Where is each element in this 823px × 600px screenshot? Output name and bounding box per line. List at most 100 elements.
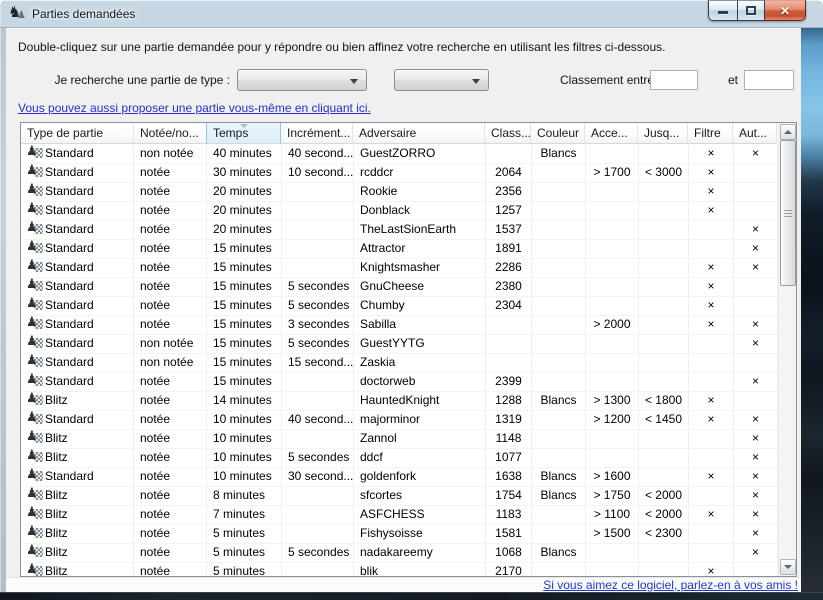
cell-temps: 15 minutes xyxy=(207,335,282,353)
column-header-incr-ment[interactable]: Incrément... xyxy=(281,123,353,144)
cell-temps: 10 minutes xyxy=(207,449,282,467)
column-header-acce[interactable]: Acce... xyxy=(585,123,638,144)
table-row[interactable]: ♟Blitznotée7 minutesASFCHESS1183> 1100< … xyxy=(21,506,778,525)
table-row[interactable]: ♟Standardnotée15 minutes5 secondesChumby… xyxy=(21,297,778,316)
cell-class: 2380 xyxy=(486,278,532,296)
pawn-icon: ♟ xyxy=(27,449,43,464)
table-row[interactable]: ♟Standardnotée15 minutesdoctorweb2399× xyxy=(21,373,778,392)
column-header-adversaire[interactable]: Adversaire xyxy=(353,123,485,144)
cell-aut xyxy=(734,563,778,577)
table-row[interactable]: ♟Blitznotée5 minutesblik2170× xyxy=(21,563,778,577)
window-right-border xyxy=(801,28,823,592)
table-row[interactable]: ♟Blitznotée14 minutesHauntedKnight1288Bl… xyxy=(21,392,778,411)
table-row[interactable]: ♟Blitznotée10 minutesZannol1148× xyxy=(21,430,778,449)
column-header-not-e-no[interactable]: Notée/no... xyxy=(134,123,207,144)
column-header-class[interactable]: Class... xyxy=(485,123,531,144)
cell-adversaire: sfcortes xyxy=(354,487,486,505)
cell-aut: × xyxy=(734,316,778,334)
column-header-filtre[interactable]: Filtre xyxy=(688,123,733,144)
table-row[interactable]: ♟Blitznotée5 minutesFishysoisse1581> 150… xyxy=(21,525,778,544)
cell-aut: × xyxy=(734,259,778,277)
cell-filtre xyxy=(689,373,734,391)
cell-acce: > 1300 xyxy=(586,392,639,410)
table-row[interactable]: ♟Standardnotée15 minutes3 secondesSabill… xyxy=(21,316,778,335)
rating-max-input[interactable] xyxy=(744,70,794,90)
scroll-up-button[interactable] xyxy=(780,124,796,140)
table-row[interactable]: ♟Standardnotée20 minutesTheLastSionEarth… xyxy=(21,221,778,240)
table-row[interactable]: ♟Standardnotée20 minutesDonblack1257× xyxy=(21,202,778,221)
cell-acce: > 1100 xyxy=(586,506,639,524)
cell-filtre xyxy=(689,354,734,372)
scroll-down-button[interactable] xyxy=(780,559,796,575)
titlebar: ♞ ♟ Parties demandées ✕ xyxy=(0,0,823,28)
cell-jusq xyxy=(639,221,689,239)
cell-jusq: < 2000 xyxy=(639,506,689,524)
propose-game-link[interactable]: Vous pouvez aussi proposer une partie vo… xyxy=(18,101,371,115)
cell-couleur xyxy=(532,164,586,182)
cell-couleur xyxy=(532,221,586,239)
table-row[interactable]: ♟Standardnotée15 minutesKnightsmasher228… xyxy=(21,259,778,278)
column-header-temps[interactable]: Temps xyxy=(206,123,281,144)
share-link[interactable]: Si vous aimez ce logiciel, parlez-en à v… xyxy=(543,578,798,592)
pawn-icon: ♟ xyxy=(27,525,43,540)
cell-not-e-no: notée xyxy=(134,392,207,410)
table-row[interactable]: ♟Standardnon notée15 minutes15 second...… xyxy=(21,354,778,373)
cell-adversaire: majorminor xyxy=(354,411,486,429)
table-row[interactable]: ♟Standardnotée10 minutes40 second...majo… xyxy=(21,411,778,430)
column-header-aut[interactable]: Aut... xyxy=(733,123,777,144)
app-icon: ♞ ♟ xyxy=(8,4,28,24)
cell-jusq: < 2300 xyxy=(639,525,689,543)
pawn-glyph: ♟ xyxy=(26,544,38,558)
cell-couleur xyxy=(532,354,586,372)
table-row[interactable]: ♟Standardnon notée15 minutes5 secondesGu… xyxy=(21,335,778,354)
cell-not-e-no: notée xyxy=(134,183,207,201)
table-row[interactable]: ♟Standardnon notée40 minutes40 second...… xyxy=(21,145,778,164)
cell-adversaire: rcddcr xyxy=(354,164,486,182)
table-row[interactable]: ♟Standardnotée10 minutes30 second...gold… xyxy=(21,468,778,487)
cell-temps: 20 minutes xyxy=(207,183,282,201)
close-button[interactable]: ✕ xyxy=(765,0,806,21)
cell-aut: × xyxy=(734,468,778,486)
cell-adversaire: GuestYYTG xyxy=(354,335,486,353)
game-type-dropdown[interactable] xyxy=(237,69,367,91)
table-row[interactable]: ♟Blitznotée8 minutessfcortes1754Blancs> … xyxy=(21,487,778,506)
table-header: Type de partieNotée/no...TempsIncrément.… xyxy=(21,123,778,145)
cell-acce xyxy=(586,373,639,391)
rating-min-input[interactable] xyxy=(650,70,698,90)
vertical-scrollbar[interactable] xyxy=(778,123,796,576)
game-subtype-dropdown[interactable] xyxy=(394,69,489,91)
table-row[interactable]: ♟Standardnotée20 minutesRookie2356× xyxy=(21,183,778,202)
cell-not-e-no: non notée xyxy=(134,354,207,372)
cell-acce: > 2000 xyxy=(586,316,639,334)
pawn-glyph: ♟ xyxy=(26,202,38,216)
cell-temps: 14 minutes xyxy=(207,392,282,410)
pawn-glyph: ♟ xyxy=(26,354,38,368)
table-row[interactable]: ♟Standardnotée15 minutesAttractor1891× xyxy=(21,240,778,259)
table-row[interactable]: ♟Standardnotée30 minutes10 second...rcdd… xyxy=(21,164,778,183)
scrollbar-thumb[interactable] xyxy=(780,140,796,286)
cell-not-e-no: notée xyxy=(134,525,207,543)
table-row[interactable]: ♟Blitznotée5 minutes5 secondesnadakareem… xyxy=(21,544,778,563)
pawn-icon: ♟ xyxy=(27,506,43,521)
cell-filtre: × xyxy=(689,278,734,296)
cell-type-de-partie: ♟Standard xyxy=(21,221,134,239)
pawn-icon: ♟ xyxy=(27,183,43,198)
cell-jusq xyxy=(639,202,689,220)
cell-type-de-partie: ♟Standard xyxy=(21,278,134,296)
pawn-glyph: ♟ xyxy=(26,259,38,273)
table-row[interactable]: ♟Blitznotée10 minutes5 secondesddcf1077× xyxy=(21,449,778,468)
pawn-icon: ♟ xyxy=(27,544,43,559)
minimize-button[interactable] xyxy=(708,0,737,21)
cell-not-e-no: notée xyxy=(134,297,207,315)
column-header-type-de-partie[interactable]: Type de partie xyxy=(21,123,134,144)
cell-filtre xyxy=(689,525,734,543)
cell-incr-ment: 5 secondes xyxy=(282,449,354,467)
column-header-couleur[interactable]: Couleur xyxy=(531,123,585,144)
cell-type-de-partie: ♟Standard xyxy=(21,259,134,277)
column-header-jusq[interactable]: Jusq... xyxy=(638,123,688,144)
maximize-button[interactable] xyxy=(737,0,765,21)
cell-not-e-no: notée xyxy=(134,202,207,220)
pawn-glyph: ♟ xyxy=(26,221,38,235)
cell-acce: > 1200 xyxy=(586,411,639,429)
table-row[interactable]: ♟Standardnotée15 minutes5 secondesGnuChe… xyxy=(21,278,778,297)
